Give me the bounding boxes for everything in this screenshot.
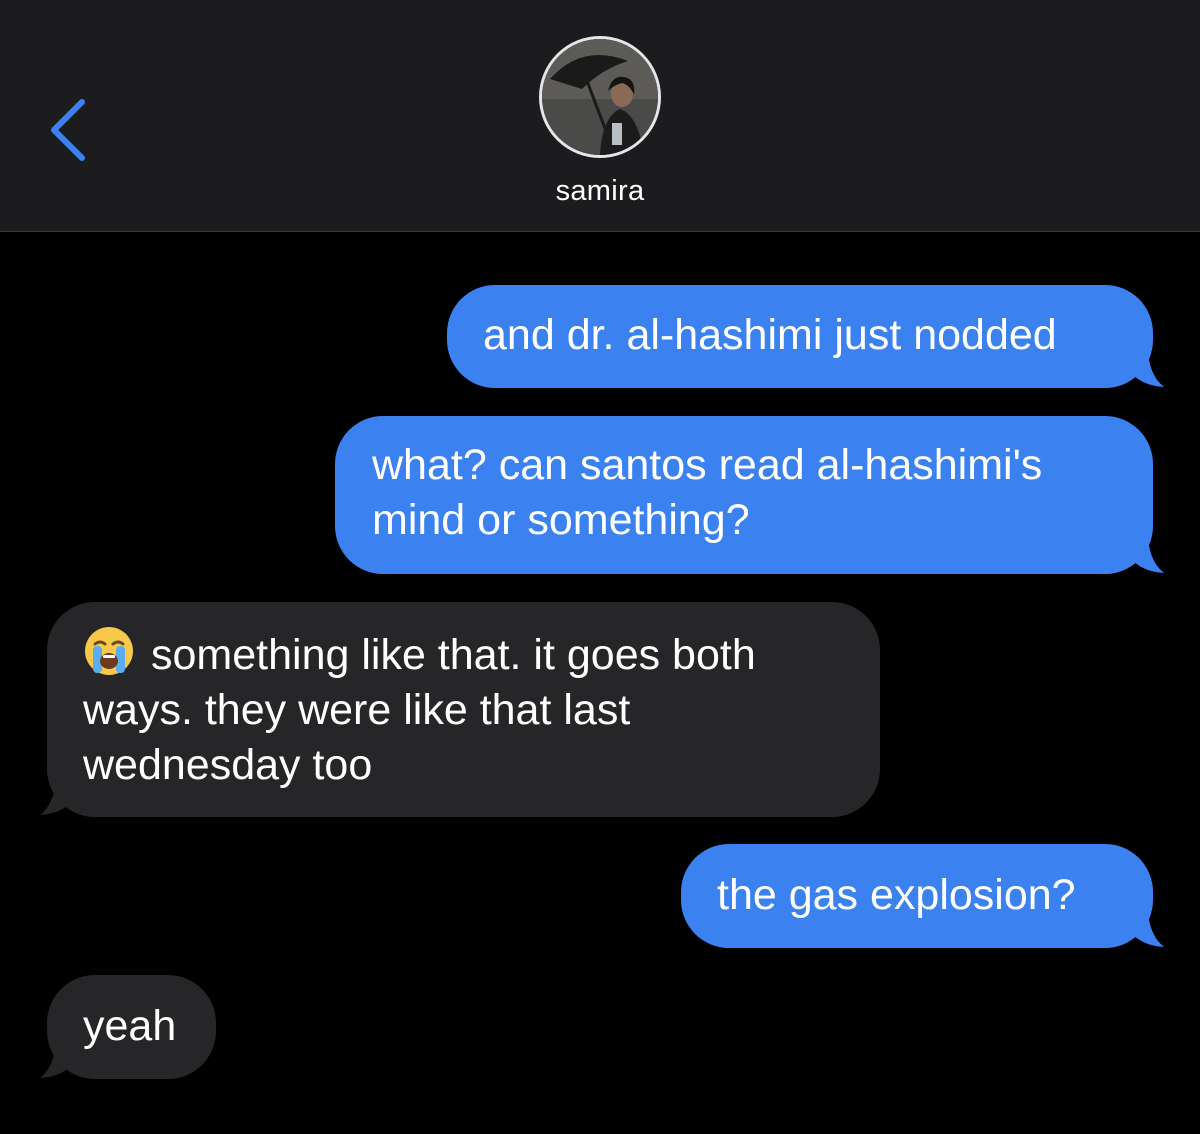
message-thread: and dr. al-hashimi just nodded what? can… [0,232,1200,1134]
message-text: yeah [83,1002,177,1050]
message-text: and dr. al-hashimi just nodded [483,311,1057,359]
sent-bubble-tail [1130,912,1164,947]
message-text: what? can santos read al-hashimi's mind … [372,441,1043,544]
back-button[interactable] [38,90,98,170]
received-bubble-tail [40,780,74,815]
received-bubble-tail [40,1043,74,1078]
loudly-crying-face-icon [83,625,135,677]
sent-message-bubble[interactable]: and dr. al-hashimi just nodded [447,285,1153,388]
sent-message-bubble[interactable]: the gas explosion? [681,844,1153,948]
message-text: something like that. it goes both ways. … [83,631,756,789]
contact-avatar[interactable] [539,36,661,158]
message-text: the gas explosion? [717,871,1076,919]
contact-name[interactable]: samira [0,175,1200,208]
sent-bubble-tail [1130,352,1164,387]
conversation-header: samira [0,0,1200,232]
sent-bubble-tail [1130,538,1164,573]
received-message-bubble[interactable]: something like that. it goes both ways. … [47,602,880,817]
sent-message-bubble[interactable]: what? can santos read al-hashimi's mind … [335,416,1153,574]
chevron-left-icon [51,99,85,161]
